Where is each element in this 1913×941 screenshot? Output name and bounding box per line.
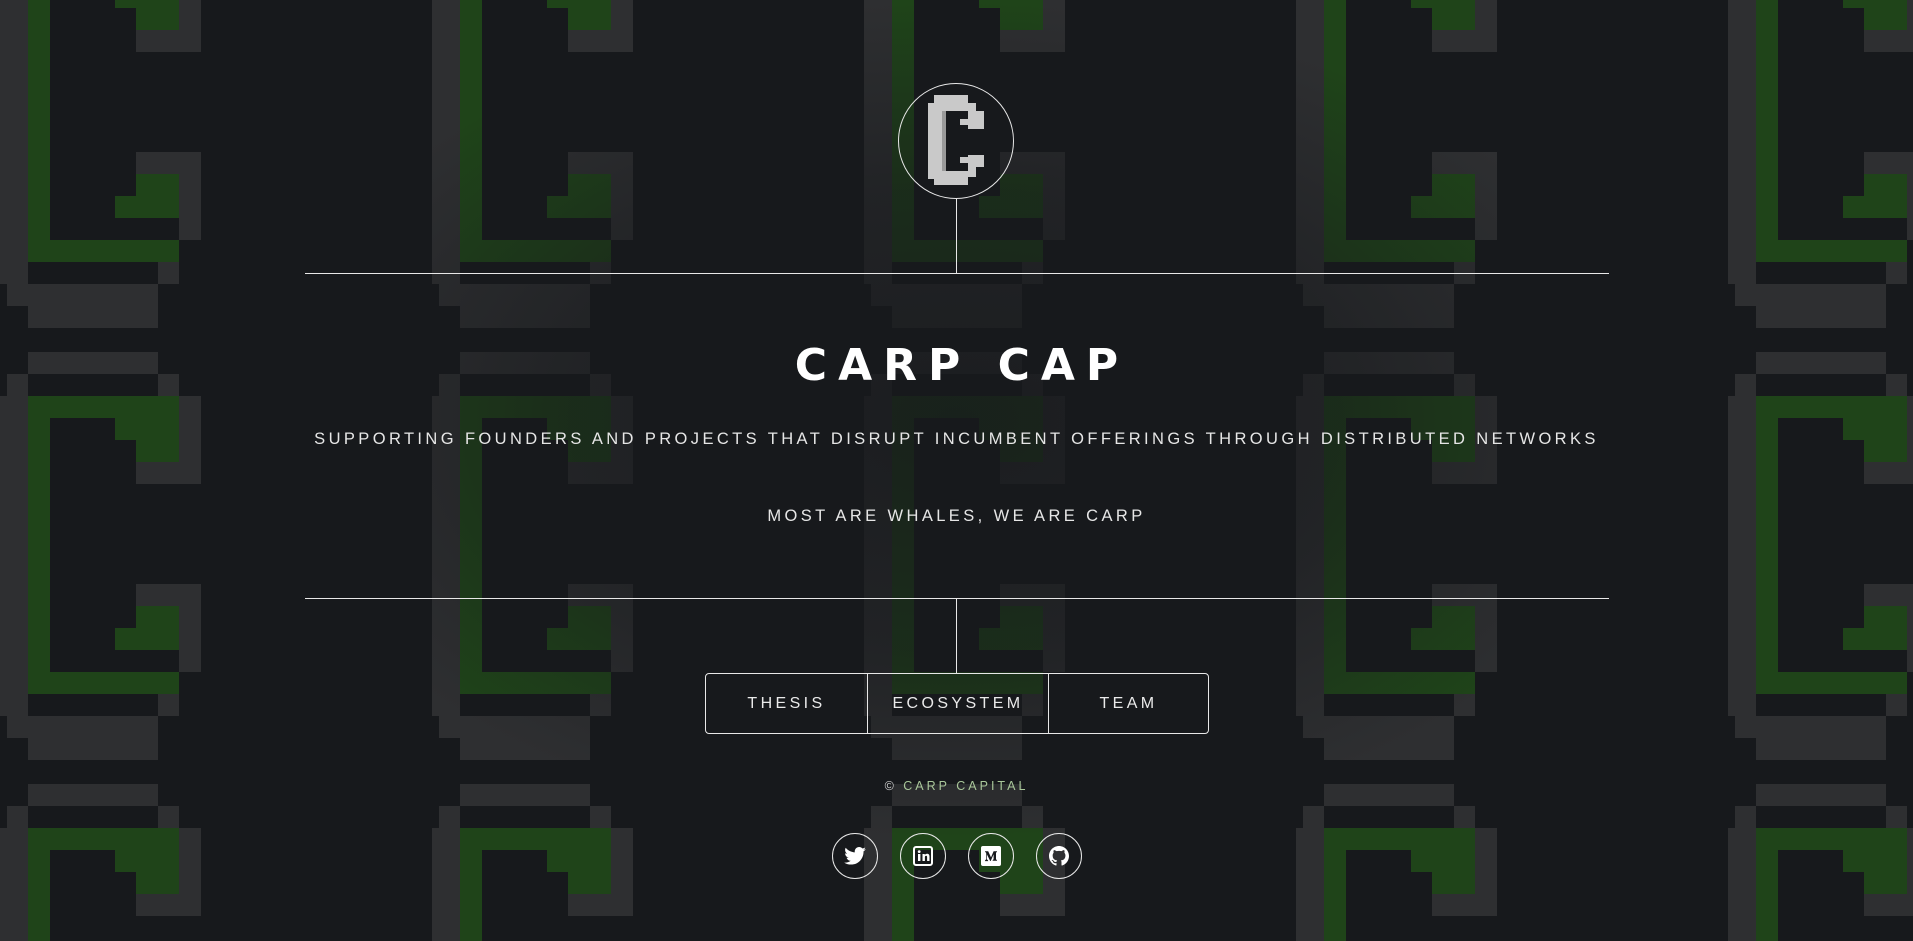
nav-ecosystem-button[interactable]: ECOSYSTEM: [867, 674, 1048, 733]
nav-thesis-button[interactable]: THESIS: [706, 674, 867, 733]
copyright-name[interactable]: CARP CAPITAL: [903, 779, 1028, 793]
page: CARP CAP SUPPORTING FOUNDERS AND PROJECT…: [0, 0, 1913, 941]
github-link[interactable]: [1035, 833, 1082, 879]
page-title: CARP CAP: [794, 340, 1130, 391]
connector-line-top: [956, 199, 957, 273]
linkedin-icon: [912, 846, 933, 866]
pixel-c-logo-icon: [928, 95, 984, 185]
divider-top: [305, 273, 1609, 274]
linkedin-link[interactable]: [899, 833, 946, 879]
medium-link[interactable]: [967, 833, 1014, 879]
nav-team-button[interactable]: TEAM: [1048, 674, 1208, 733]
main-nav: THESIS ECOSYSTEM TEAM: [705, 673, 1209, 734]
connector-line-bottom: [956, 599, 957, 673]
logo[interactable]: [898, 83, 1014, 199]
divider-bottom: [305, 598, 1609, 599]
social-links: [0, 833, 1913, 879]
tagline: MOST ARE WHALES, WE ARE CARP: [767, 507, 1146, 525]
copyright-symbol: ©: [884, 779, 897, 793]
twitter-link[interactable]: [831, 833, 878, 879]
twitter-icon: [843, 847, 866, 865]
medium-icon: [980, 846, 1001, 866]
copyright: © CARP CAPITAL: [0, 779, 1913, 793]
mission-statement: SUPPORTING FOUNDERS AND PROJECTS THAT DI…: [314, 430, 1599, 448]
github-icon: [1048, 846, 1069, 866]
